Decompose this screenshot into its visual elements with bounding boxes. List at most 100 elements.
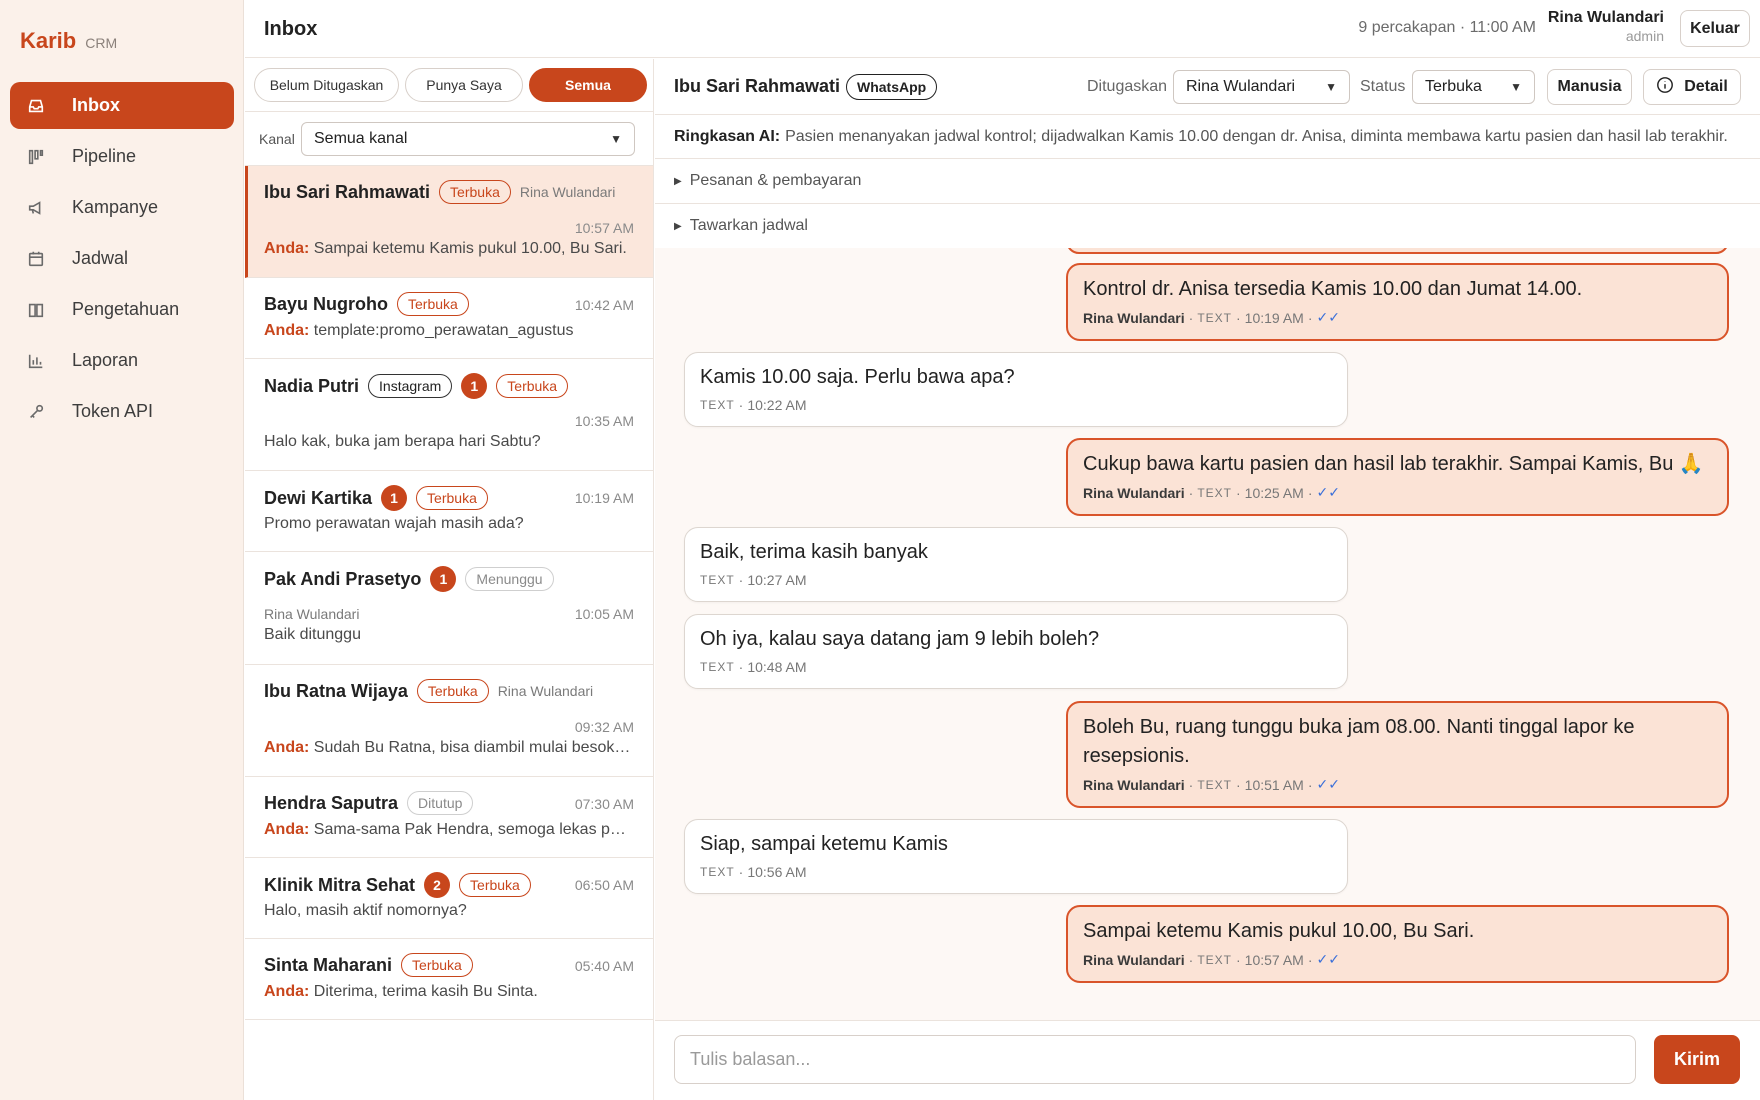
message-time: 10:56 AM [747,864,807,880]
key-icon [26,402,46,422]
chat-panel: Ibu Sari Rahmawati WhatsApp Ditugaskan R… [655,59,1760,1100]
reply-input[interactable] [674,1035,1636,1084]
message-bubble-clipped [1066,248,1729,254]
channel-select[interactable]: Semua kanal ▼ [301,121,635,156]
message-time: 10:51 AM [1244,776,1304,793]
conversation-item[interactable]: Ibu Ratna Wijaya Terbuka Rina Wulandari … [245,665,653,777]
conversation-item[interactable]: Nadia Putri Instagram 1 Terbuka 10:35 AM… [245,359,653,471]
message-thread[interactable]: Kontrol dr. Anisa tersedia Kamis 10.00 d… [655,248,1760,1020]
assignee-select[interactable]: Rina Wulandari ▼ [1173,70,1350,104]
message-author: Rina Wulandari [1083,776,1185,793]
read-ticks-icon: ✓✓ [1316,776,1340,792]
detail-button[interactable]: Detail [1643,69,1741,105]
megaphone-icon [26,198,46,218]
conversation-item[interactable]: Pak Andi Prasetyo 1 Menunggu Rina Wuland… [245,552,653,665]
message-type: TEXT [700,573,735,587]
preview-text: Sampai ketemu Kamis pukul 10.00, Bu Sari… [313,240,627,257]
read-ticks-icon: ✓✓ [1316,309,1340,325]
sidebar-nav: Inbox Pipeline Kampanye Jadwal Pengetahu… [10,82,234,439]
chevron-down-icon: ▼ [1325,80,1337,94]
brand-logo[interactable]: Karib CRM [20,28,117,54]
you-prefix: Anda: [264,821,310,838]
message-meta: TEXT · 10:48 AM [700,659,807,675]
message-text: Baik, terima kasih banyak [700,541,928,563]
sidebar-item-jadwal[interactable]: Jadwal [10,235,234,282]
section-label: Tawarkan jadwal [689,217,808,234]
contact-name: Nadia Putri [264,375,360,396]
tab-semua[interactable]: Semua [529,68,647,102]
triangle-right-icon: ▶ [674,175,682,187]
message-author: Rina Wulandari [1083,951,1185,968]
pipeline-icon [26,147,46,167]
sidebar-item-pengetahuan[interactable]: Pengetahuan [10,286,234,333]
human-button[interactable]: Manusia [1547,69,1632,105]
sidebar-item-inbox[interactable]: Inbox [10,82,234,129]
chat-header: Ibu Sari Rahmawati WhatsApp Ditugaskan R… [655,59,1760,115]
sidebar-item-pipeline[interactable]: Pipeline [10,133,234,180]
status-select-value: Terbuka [1425,78,1482,95]
chevron-down-icon: ▼ [1510,80,1522,94]
status-label: Status [1360,78,1406,95]
ai-summary-text: Pasien menanyakan jadwal kontrol; dijadw… [785,127,1728,145]
status-badge: Terbuka [397,292,469,316]
status-badge: Terbuka [496,374,569,398]
user-info: Rina Wulandari admin [1548,9,1664,44]
conversation-item[interactable]: Bayu Nugroho Terbuka 10:42 AM Anda: temp… [245,278,653,359]
you-prefix: Anda: [264,739,310,756]
conversation-item[interactable]: Hendra Saputra Ditutup 07:30 AM Anda: Sa… [245,777,653,858]
sidebar-item-token-api[interactable]: Token API [10,388,234,435]
chat-contact-name: Ibu Sari Rahmawati [674,76,841,96]
assignee-name: Rina Wulandari [264,606,360,622]
message-time: 10:25 AM [1244,484,1304,501]
conversation-item[interactable]: Ibu Sari Rahmawati Terbuka Rina Wulandar… [245,166,653,278]
brand-subtitle: CRM [85,35,118,51]
channel-filter: Kanal Semua kanal ▼ [245,112,653,166]
message-text: Boleh Bu, ruang tunggu buka jam 08.00. N… [1083,716,1635,767]
status-badge: Terbuka [401,953,473,977]
conversation-time: 07:30 AM [574,796,634,812]
message-text: Oh iya, kalau saya datang jam 9 lebih bo… [700,628,1100,650]
logout-button[interactable]: Keluar [1680,10,1750,47]
message-bubble-outgoing: Cukup bawa kartu pasien dan hasil lab te… [1066,438,1729,516]
contact-name: Sinta Maharani [264,954,393,975]
message-text: Siap, sampai ketemu Kamis [700,833,948,855]
section-tawarkan-jadwal[interactable]: ▶ Tawarkan jadwal [655,204,1760,249]
contact-name: Klinik Mitra Sehat [264,874,416,895]
preview-text: template:promo_perawatan_agustus [313,322,574,339]
tab-punya-saya[interactable]: Punya Saya [405,68,523,102]
message-preview: Anda: Sampai ketemu Kamis pukul 10.00, B… [264,240,634,258]
sidebar-item-label: Pengetahuan [72,299,180,319]
message-preview: Anda: template:promo_perawatan_agustus [264,322,634,340]
section-pesanan-pembayaran[interactable]: ▶ Pesanan & pembayaran [655,159,1760,204]
status-select[interactable]: Terbuka ▼ [1412,70,1535,104]
message-meta: Rina Wulandari · TEXT · 10:57 AM · ✓✓ [1083,951,1340,968]
message-meta: TEXT · 10:27 AM [700,572,807,588]
read-ticks-icon: ✓✓ [1316,951,1340,967]
sidebar-item-kampanye[interactable]: Kampanye [10,184,234,231]
channel-badge: WhatsApp [846,74,938,100]
message-preview: Baik ditunggu [264,626,361,643]
sidebar-item-laporan[interactable]: Laporan [10,337,234,384]
conversation-item[interactable]: Dewi Kartika 1 Terbuka 10:19 AM Promo pe… [245,471,653,552]
sidebar-item-label: Token API [72,401,154,421]
filter-tabs: Belum Ditugaskan Punya Saya Semua [245,59,653,112]
sidebar-item-label: Inbox [72,95,120,115]
inbox-icon [26,96,46,116]
chevron-down-icon: ▼ [610,131,622,146]
message-type: TEXT [1197,777,1232,792]
chart-icon [26,351,46,371]
message-author: Rina Wulandari [1083,484,1185,501]
contact-name: Pak Andi Prasetyo [264,568,422,589]
message-time: 10:22 AM [747,397,807,413]
send-button[interactable]: Kirim [1654,1035,1740,1084]
message-preview: Halo kak, buka jam berapa hari Sabtu? [264,433,541,450]
conversation-time: 05:40 AM [574,958,634,974]
conversation-item[interactable]: Klinik Mitra Sehat 2 Terbuka 06:50 AM Ha… [245,858,653,939]
unread-count: 2 [424,872,451,898]
status-badge: Terbuka [416,679,489,703]
contact-name: Ibu Ratna Wijaya [264,680,408,701]
sidebar-item-label: Kampanye [72,197,159,217]
sidebar: Karib CRM Inbox Pipeline Kampanye Jadwal… [0,0,244,1100]
tab-belum-ditugaskan[interactable]: Belum Ditugaskan [254,68,399,102]
conversation-item[interactable]: Sinta Maharani Terbuka 05:40 AM Anda: Di… [245,939,653,1020]
